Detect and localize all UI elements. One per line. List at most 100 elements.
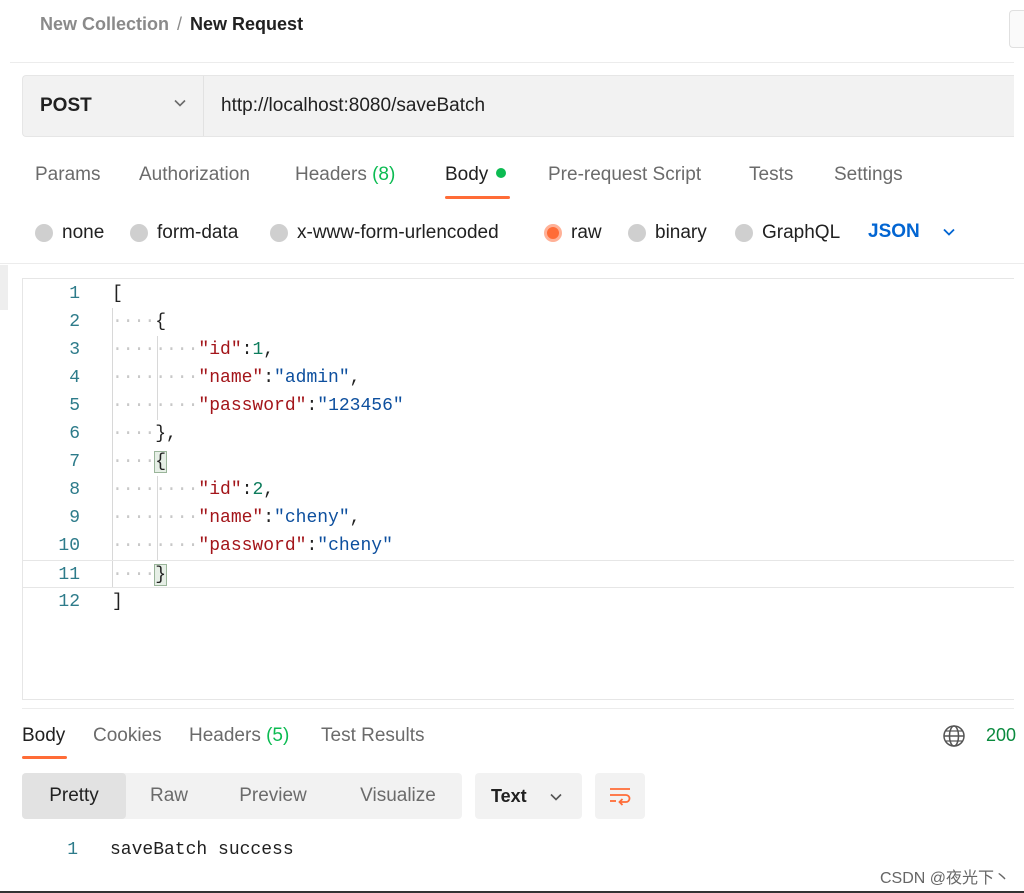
json-key: "name" bbox=[198, 508, 264, 528]
response-tab-body[interactable]: Body bbox=[22, 725, 65, 747]
tab-pre-request-script[interactable]: Pre-request Script bbox=[548, 164, 701, 186]
json-string: "cheny" bbox=[274, 508, 350, 528]
tab-headers-label: Headers bbox=[295, 164, 367, 185]
radio-raw[interactable]: raw bbox=[544, 222, 602, 244]
line-number: 4 bbox=[69, 368, 80, 388]
radio-binary[interactable]: binary bbox=[628, 222, 707, 244]
radio-form-data[interactable]: form-data bbox=[130, 222, 238, 244]
chevron-down-icon bbox=[943, 228, 955, 236]
response-view-toggle: Pretty Raw Preview Visualize bbox=[22, 773, 462, 819]
radio-circle bbox=[35, 224, 53, 242]
line-number: 1 bbox=[67, 840, 78, 860]
line-number: 12 bbox=[58, 592, 80, 612]
code-text: ····{ bbox=[112, 312, 167, 332]
code-line: 5 ········"password":"123456" bbox=[22, 392, 1014, 420]
radio-graphql[interactable]: GraphQL bbox=[735, 222, 840, 244]
tab-authorization[interactable]: Authorization bbox=[139, 164, 250, 186]
bracket-match: { bbox=[154, 451, 168, 473]
tab-body-label: Body bbox=[445, 164, 489, 185]
wrap-text-icon bbox=[610, 788, 631, 806]
status-code: 200 bbox=[986, 725, 1017, 745]
code-line: 3 ········"id":1, bbox=[22, 336, 1014, 364]
divider bbox=[203, 76, 204, 136]
radio-binary-label: binary bbox=[655, 222, 707, 243]
view-visualize-button[interactable]: Visualize bbox=[334, 773, 462, 819]
line-number: 1 bbox=[69, 284, 80, 304]
method-select[interactable]: POST bbox=[23, 76, 203, 136]
radio-urlencoded-label: x-www-form-urlencoded bbox=[297, 222, 499, 243]
response-tab-test-results[interactable]: Test Results bbox=[321, 725, 424, 747]
tab-settings[interactable]: Settings bbox=[834, 164, 903, 186]
chevron-down-icon bbox=[550, 793, 562, 801]
json-key: "password" bbox=[198, 396, 307, 416]
radio-none-label: none bbox=[62, 222, 105, 243]
breadcrumb-collection[interactable]: New Collection bbox=[40, 14, 169, 34]
divider bbox=[0, 263, 1024, 264]
divider bbox=[10, 62, 1014, 63]
code-text: ········"password":"cheny" bbox=[112, 536, 393, 556]
breadcrumb-separator: / bbox=[177, 14, 183, 34]
watermark: CSDN @夜光下丶 bbox=[879, 870, 1010, 887]
radio-circle bbox=[270, 224, 288, 242]
line-number: 6 bbox=[69, 424, 80, 444]
response-tab-cookies[interactable]: Cookies bbox=[93, 725, 162, 747]
code-line: 4 ········"name":"admin", bbox=[22, 364, 1014, 392]
code-text: ········"id":2, bbox=[112, 480, 275, 500]
body-status-dot bbox=[496, 167, 507, 178]
code-text: ········"id":1, bbox=[112, 340, 275, 360]
json-string: "admin" bbox=[274, 368, 350, 388]
radio-form-data-label: form-data bbox=[157, 222, 239, 243]
tab-body[interactable]: Body bbox=[445, 164, 507, 186]
url-input[interactable]: http://localhost:8080/saveBatch bbox=[221, 95, 485, 117]
active-tab-indicator bbox=[22, 756, 67, 759]
json-key: "name" bbox=[198, 368, 264, 388]
radio-urlencoded[interactable]: x-www-form-urlencoded bbox=[270, 222, 499, 244]
wrap-lines-button[interactable] bbox=[595, 773, 645, 819]
json-key: "id" bbox=[198, 480, 242, 500]
headers-count-badge: (8) bbox=[372, 164, 396, 185]
breadcrumb: New Collection / New Request bbox=[40, 14, 303, 35]
response-tab-headers-label: Headers bbox=[189, 725, 261, 746]
code-line: 8 ········"id":2, bbox=[22, 476, 1014, 504]
divider bbox=[22, 708, 1014, 709]
code-line: 9 ········"name":"cheny", bbox=[22, 504, 1014, 532]
tab-headers[interactable]: Headers (8) bbox=[295, 164, 395, 186]
json-number: 1 bbox=[252, 340, 264, 360]
tab-params[interactable]: Params bbox=[35, 164, 100, 186]
chevron-down-icon bbox=[174, 99, 186, 107]
bracket-match: } bbox=[154, 564, 168, 586]
radio-none[interactable]: none bbox=[35, 222, 104, 244]
format-select[interactable]: Text bbox=[475, 773, 582, 819]
language-label: JSON bbox=[868, 221, 920, 242]
breadcrumb-request[interactable]: New Request bbox=[190, 14, 303, 34]
view-preview-button[interactable]: Preview bbox=[212, 773, 334, 819]
code-text: ········"password":"123456" bbox=[112, 396, 404, 416]
url-bar: POST http://localhost:8080/saveBatch bbox=[22, 75, 1014, 137]
radio-circle bbox=[628, 224, 646, 242]
radio-circle bbox=[735, 224, 753, 242]
line-number: 9 bbox=[69, 508, 80, 528]
tab-tests[interactable]: Tests bbox=[749, 164, 793, 186]
radio-raw-label: raw bbox=[571, 222, 602, 243]
sidebar-edge bbox=[0, 265, 8, 310]
code-text: ····{ bbox=[112, 451, 168, 473]
code-text: ····} bbox=[112, 564, 168, 586]
code-text: [ bbox=[112, 284, 123, 304]
language-select[interactable]: JSON bbox=[868, 221, 956, 243]
line-number: 7 bbox=[69, 452, 80, 472]
radio-circle-selected bbox=[544, 224, 562, 242]
response-tab-headers[interactable]: Headers (5) bbox=[189, 725, 289, 747]
code-text: ········"name":"admin", bbox=[112, 368, 361, 388]
view-raw-button[interactable]: Raw bbox=[126, 773, 212, 819]
line-number: 5 bbox=[69, 396, 80, 416]
toolbar-edge bbox=[1009, 10, 1024, 48]
line-number: 3 bbox=[69, 340, 80, 360]
format-label: Text bbox=[491, 785, 527, 806]
code-line: 6 ····}, bbox=[22, 420, 1014, 448]
view-pretty-button[interactable]: Pretty bbox=[22, 773, 126, 819]
radio-graphql-label: GraphQL bbox=[762, 222, 841, 243]
response-body-text: saveBatch success bbox=[110, 840, 294, 860]
json-key: "id" bbox=[198, 340, 242, 360]
globe-icon[interactable] bbox=[942, 724, 966, 748]
line-number: 8 bbox=[69, 480, 80, 500]
